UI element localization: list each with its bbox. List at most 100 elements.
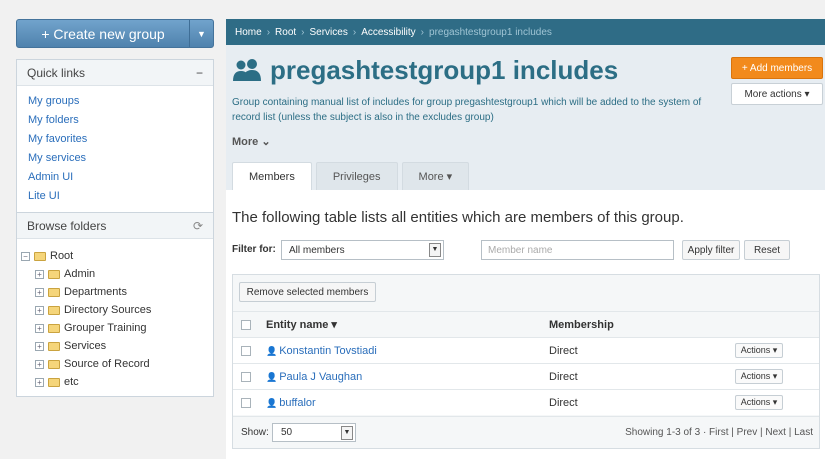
tab-bar: Members Privileges More ▾ — [232, 162, 473, 190]
dropdown-arrow-icon[interactable]: ▼ — [429, 243, 441, 257]
row-actions-button[interactable]: Actions ▾ — [735, 343, 783, 358]
quick-links-title: Quick links — [27, 65, 86, 80]
expand-icon[interactable]: + — [35, 377, 44, 387]
folder-icon — [48, 377, 60, 387]
entity-link[interactable]: Konstantin Tovstiadi — [279, 345, 377, 357]
breadcrumb-root[interactable]: Root — [275, 27, 296, 38]
user-icon: 👤 — [266, 371, 278, 382]
quick-link-lite-ui[interactable]: Lite UI — [28, 187, 202, 206]
tree-node-admin[interactable]: + Admin — [21, 265, 209, 283]
filter-label: Filter for: — [232, 244, 276, 255]
breadcrumb: Home › Root › Services › Accessibility ›… — [226, 19, 825, 45]
table-row: 👤 Paula J Vaughan Direct Actions ▾ — [233, 363, 819, 389]
tree-node-root[interactable]: − Root — [21, 247, 209, 265]
column-entity-name[interactable]: Entity name ▾ — [266, 318, 337, 331]
dropdown-arrow-icon[interactable]: ▼ — [341, 426, 353, 440]
create-new-group-label[interactable]: + Create new group — [17, 26, 189, 42]
folder-icon — [48, 359, 60, 369]
entity-link[interactable]: Paula J Vaughan — [279, 371, 362, 383]
tree-node-grouper-training[interactable]: + Grouper Training — [21, 319, 209, 337]
member-name-input[interactable]: Member name — [481, 240, 674, 260]
table-row: 👤 buffalor Direct Actions ▾ — [233, 389, 819, 415]
refresh-icon[interactable]: ⟳ — [193, 219, 203, 233]
more-toggle[interactable]: More ⌄ — [232, 135, 271, 148]
folder-icon — [48, 269, 60, 279]
tab-privileges[interactable]: Privileges — [315, 162, 398, 190]
row-checkbox[interactable] — [241, 397, 251, 408]
quick-links-panel: Quick links − My groups My folders My fa… — [16, 59, 214, 213]
expand-icon[interactable]: + — [35, 269, 44, 279]
table-header-row: Entity name ▾ Membership — [233, 311, 819, 337]
folder-icon — [48, 341, 60, 351]
tree-node-directory-sources[interactable]: + Directory Sources — [21, 301, 209, 319]
row-actions-button[interactable]: Actions ▾ — [735, 395, 783, 410]
row-checkbox[interactable] — [241, 345, 251, 356]
quick-link-my-folders[interactable]: My folders — [28, 111, 202, 130]
folder-icon — [48, 323, 60, 333]
page-size-select[interactable]: 50 ▼ — [272, 423, 356, 442]
breadcrumb-separator: › — [352, 26, 357, 38]
browse-folders-panel: Browse folders ⟳ − Root + Admin + Depart… — [16, 213, 214, 397]
chevron-down-icon[interactable]: ▼ — [189, 20, 213, 47]
more-actions-button[interactable]: More actions ▾ — [731, 83, 823, 105]
breadcrumb-separator: › — [301, 26, 305, 38]
folder-icon — [48, 305, 60, 315]
plus-icon: + — [41, 25, 50, 42]
group-icon — [233, 58, 261, 81]
expand-icon[interactable]: + — [35, 305, 44, 315]
table-row: 👤 Konstantin Tovstiadi Direct Actions ▾ — [233, 337, 819, 363]
user-icon: 👤 — [266, 345, 278, 356]
tree-node-departments[interactable]: + Departments — [21, 283, 209, 301]
quick-links-header: Quick links − — [17, 60, 213, 86]
remove-selected-members-button[interactable]: Remove selected members — [239, 282, 376, 302]
tree-node-source-of-record[interactable]: + Source of Record — [21, 355, 209, 373]
browse-folders-header: Browse folders ⟳ — [17, 213, 213, 239]
table-footer: Show: 50 ▼ Showing 1-3 of 3 · First | Pr… — [233, 416, 819, 448]
browse-folders-title: Browse folders — [27, 218, 107, 233]
user-icon: 👤 — [266, 397, 278, 408]
collapse-icon[interactable]: − — [196, 66, 203, 80]
quick-link-admin-ui[interactable]: Admin UI — [28, 168, 202, 187]
quick-link-my-groups[interactable]: My groups — [28, 92, 202, 111]
tree-node-etc[interactable]: + etc — [21, 373, 209, 391]
expand-icon[interactable]: + — [35, 287, 44, 297]
breadcrumb-separator: › — [420, 26, 425, 38]
apply-filter-button[interactable]: Apply filter — [682, 240, 740, 260]
show-label: Show: — [241, 427, 269, 438]
membership-value: Direct — [549, 396, 578, 409]
expand-icon[interactable]: + — [35, 323, 44, 333]
page-title: pregashtestgroup1 includes — [232, 55, 618, 86]
column-membership: Membership — [549, 318, 614, 331]
add-members-button[interactable]: + Add members — [731, 57, 823, 79]
members-content: The following table lists all entities w… — [226, 190, 825, 459]
tab-more[interactable]: More ▾ — [401, 162, 470, 190]
folder-tree: − Root + Admin + Departments + Directory… — [17, 239, 213, 399]
group-description: Group containing manual list of includes… — [232, 97, 702, 123]
collapse-icon[interactable]: − — [21, 251, 30, 261]
folder-icon — [48, 287, 60, 297]
breadcrumb-services[interactable]: Services — [310, 27, 348, 38]
create-new-group-button[interactable]: + Create new group ▼ — [16, 19, 214, 48]
quick-link-my-favorites[interactable]: My favorites — [28, 130, 202, 149]
quick-link-my-services[interactable]: My services — [28, 149, 202, 168]
reset-button[interactable]: Reset — [744, 240, 790, 260]
row-actions-button[interactable]: Actions ▾ — [735, 369, 783, 384]
entity-link[interactable]: buffalor — [279, 397, 316, 409]
membership-value: Direct — [549, 370, 578, 383]
folder-open-icon — [34, 251, 46, 261]
breadcrumb-current: pregashtestgroup1 includes — [429, 26, 552, 38]
expand-icon[interactable]: + — [35, 359, 44, 369]
members-table: Entity name ▾ Membership 👤 Konstantin Tov… — [233, 311, 819, 415]
select-all-checkbox[interactable] — [241, 319, 251, 330]
pagination[interactable]: Showing 1-3 of 3 · First | Prev | Next |… — [625, 427, 813, 438]
tab-members[interactable]: Members — [232, 162, 312, 190]
tree-node-services[interactable]: + Services — [21, 337, 209, 355]
members-lead-text: The following table lists all entities w… — [232, 209, 684, 226]
members-grid: Remove selected members Entity name ▾ Me… — [232, 274, 820, 449]
filter-select[interactable]: All members ▼ — [281, 240, 444, 260]
expand-icon[interactable]: + — [35, 341, 44, 351]
row-checkbox[interactable] — [241, 371, 251, 382]
group-header: pregashtestgroup1 includes Group contain… — [226, 45, 825, 190]
breadcrumb-home[interactable]: Home — [235, 27, 262, 38]
breadcrumb-accessibility[interactable]: Accessibility — [361, 27, 415, 38]
